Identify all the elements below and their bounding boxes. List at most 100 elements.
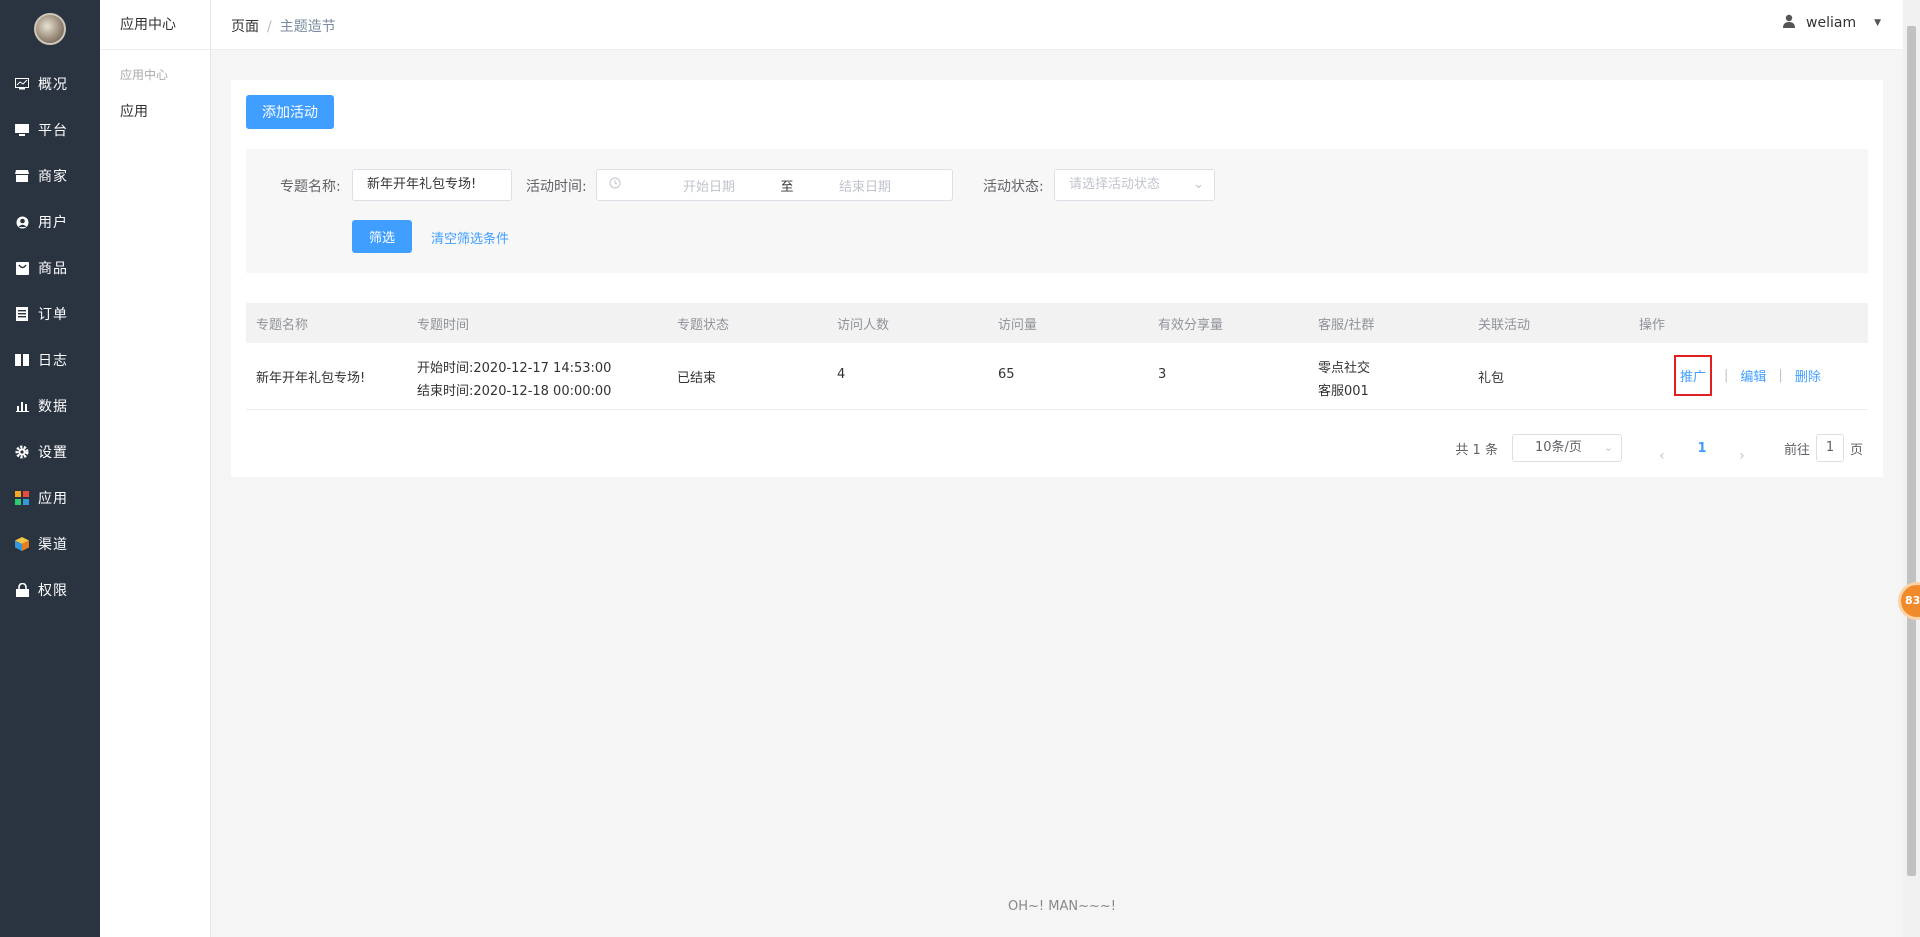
shares-cell: 3 [1158,367,1167,382]
apps-icon [14,490,30,506]
sidebar-item-label: 设置 [38,445,68,461]
service-agent-name: 客服001 [1318,384,1369,399]
sidebar-item-log[interactable]: 日志 [0,337,100,383]
sidebar-item-overview[interactable]: 概况 [0,61,100,107]
column-header: 操作 [1639,318,1666,333]
main-card: 添加活动 专题名称: 新年开年礼包专场! 活动时间: 开始日期 至 结束日期 活… [231,80,1883,477]
end-date-input[interactable]: 结束日期 [805,176,925,195]
column-header: 专题时间 [417,318,470,333]
date-range-separator: 至 [780,179,794,195]
sidebar-item-goods[interactable]: 商品 [0,245,100,291]
prev-page-button[interactable]: ‹ [1642,448,1682,464]
username: weliam [1806,15,1857,31]
next-page-button[interactable]: › [1722,448,1762,464]
goto-page-input[interactable]: 1 [1815,434,1844,462]
clock-icon [609,177,621,193]
sidebar-item-merchant[interactable]: 商家 [0,153,100,199]
gear-icon [14,444,30,460]
sidebar-item-channel[interactable]: 渠道 [0,521,100,567]
topic-name-label: 专题名称: [280,179,341,195]
page-suffix: 页 [1849,442,1863,458]
activity-status-label: 活动状态: [983,179,1044,195]
breadcrumb-current: 主题造节 [279,19,336,35]
promote-link[interactable]: 推广 [1674,355,1713,396]
breadcrumb-separator: / [267,19,272,35]
monitor-icon [14,122,30,138]
page-size-select[interactable]: 10条/页 ⌄ [1511,434,1622,462]
topic-table: 专题名称 专题时间 专题状态 访问人数 访问量 有效分享量 客服/社群 关联活动… [246,303,1868,410]
activity-status-select[interactable]: 请选择活动状态 ⌄ [1054,169,1215,201]
column-header: 专题名称 [256,318,309,333]
secondary-sidebar-group: 应用中心 [120,68,169,82]
column-header: 关联活动 [1478,318,1531,333]
service-group-name: 零点社交 [1318,361,1371,376]
row-actions: 推广 | 编辑 | 删除 [1664,355,1821,396]
user-icon [14,214,30,230]
secondary-sidebar-title: 应用中心 [100,0,210,50]
edit-link[interactable]: 编辑 [1740,366,1766,385]
scrollbar-thumb[interactable] [1907,26,1916,876]
sidebar-item-label: 用户 [38,215,68,231]
sidebar-item-apps[interactable]: 应用 [0,475,100,521]
goods-icon [14,260,30,276]
avatar[interactable] [34,13,66,45]
sidebar-item-order[interactable]: 订单 [0,291,100,337]
add-activity-button[interactable]: 添加活动 [246,95,334,129]
dashboard-icon [14,76,30,92]
page-size-value: 10条/页 [1534,440,1582,455]
user-icon [1782,14,1796,32]
table-row: 新年开年礼包专场! 开始时间:2020-12-17 14:53:00 结束时间:… [246,343,1868,410]
filter-button[interactable]: 筛选 [352,220,412,253]
action-separator: | [1778,368,1783,383]
sidebar-item-data[interactable]: 数据 [0,383,100,429]
date-range-picker[interactable]: 开始日期 至 结束日期 [596,169,953,201]
page-scrollbar[interactable] [1903,0,1920,937]
sidebar-item-label: 平台 [38,123,68,139]
top-header: 页面 / 主题造节 weliam ▼ [211,0,1903,50]
column-header: 访问人数 [837,318,890,333]
goto-label: 前往 [1783,442,1810,458]
sidebar-item-label: 商品 [38,261,68,277]
sidebar-item-label: 商家 [38,169,68,185]
sidebar-item-label: 渠道 [38,537,68,553]
sidebar-item-label: 应用 [38,491,68,507]
action-separator: | [1724,368,1729,383]
filter-panel: 专题名称: 新年开年礼包专场! 活动时间: 开始日期 至 结束日期 活动状态: … [246,149,1868,273]
breadcrumb-root[interactable]: 页面 [231,19,259,35]
caret-down-icon: ▼ [1874,18,1881,28]
store-icon [14,168,30,184]
topic-name-input[interactable]: 新年开年礼包专场! [352,169,512,201]
chevron-down-icon: ⌄ [1193,177,1204,192]
lock-icon [14,582,30,598]
sidebar-item-label: 日志 [38,353,68,369]
clear-filter-link[interactable]: 清空筛选条件 [431,228,509,247]
column-header: 有效分享量 [1158,318,1224,333]
sidebar-item-permission[interactable]: 权限 [0,567,100,613]
activity-time-label: 活动时间: [526,179,587,195]
chevron-down-icon: ⌄ [1603,441,1613,454]
topic-name-cell: 新年开年礼包专场! [256,371,366,386]
topic-status-cell: 已结束 [677,371,717,386]
main-nav: 概况 平台 商家 用户 商品 订单 日志 数据 设置 应用 渠道 权限 [0,61,100,613]
sidebar-item-label: 订单 [38,307,68,323]
sidebar-item-settings[interactable]: 设置 [0,429,100,475]
sidebar-item-user[interactable]: 用户 [0,199,100,245]
column-header: 客服/社群 [1318,318,1375,333]
sidebar-item-platform[interactable]: 平台 [0,107,100,153]
start-date-input[interactable]: 开始日期 [649,176,769,195]
secondary-sidebar-item-apps[interactable]: 应用 [100,101,210,121]
log-icon [14,352,30,368]
pagination-total: 共 1 条 [1455,442,1498,458]
topic-start-time: 开始时间:2020-12-17 14:53:00 [417,361,612,376]
floating-badge-button[interactable]: 83 [1898,582,1920,620]
user-menu[interactable]: weliam ▼ [1782,14,1881,32]
column-header: 访问量 [998,318,1038,333]
main-sidebar: 概况 平台 商家 用户 商品 订单 日志 数据 设置 应用 渠道 权限 [0,0,100,937]
secondary-sidebar: 应用中心 应用中心 应用 [100,0,211,937]
page-number[interactable]: 1 [1682,441,1722,456]
footer-text: OH~! MAN~~~! [1008,899,1116,914]
breadcrumb: 页面 / 主题造节 [231,16,336,36]
delete-link[interactable]: 删除 [1795,366,1821,385]
views-cell: 65 [998,367,1015,382]
chart-icon [14,398,30,414]
